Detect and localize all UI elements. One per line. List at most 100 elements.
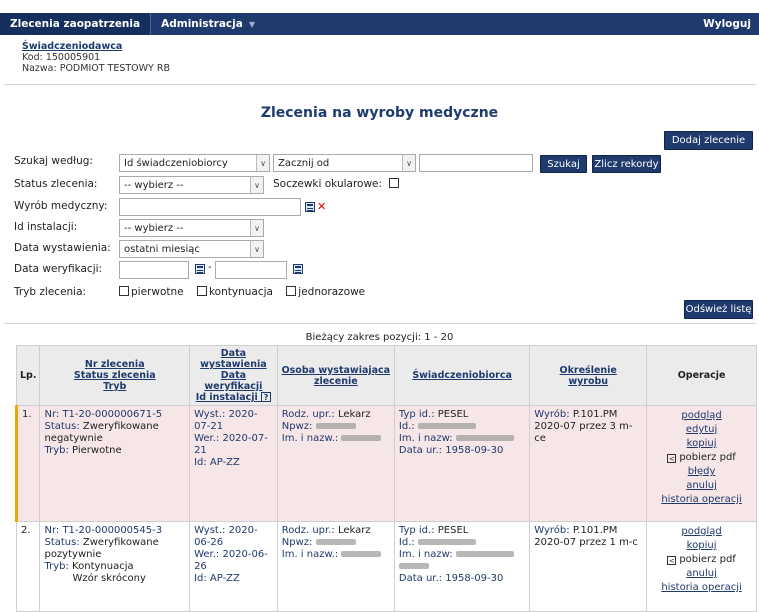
search-mode-select[interactable]: Zacznij od ∨	[273, 154, 416, 172]
issue-date-value: ostatni miesiąc	[124, 244, 200, 255]
view-link[interactable]: podgląd	[651, 525, 752, 539]
copy-link[interactable]: kopiuj	[651, 437, 752, 451]
table-row: 2. Nr: T1-20-000000545-3 Status: Zweryfi…	[15, 521, 757, 612]
install-key: Id:	[194, 457, 207, 468]
col-order-mode-label[interactable]: Tryb	[43, 381, 186, 392]
issuer-name-key: Im. i nazw.:	[281, 549, 339, 560]
status-key: Status:	[44, 537, 80, 548]
search-mode-value: Zacznij od	[278, 158, 330, 169]
verify-date-from[interactable]	[119, 261, 189, 279]
col-issuer[interactable]: Osoba wystawiająca zlecenie	[276, 345, 395, 406]
glasses-checkbox[interactable]	[389, 178, 400, 188]
download-pdf-link[interactable]: < pobierz pdf	[651, 451, 752, 465]
col-order-number[interactable]: Nr zlecenia Status zlecenia Tryb	[39, 345, 191, 406]
chevron-down-icon: ∨	[250, 177, 263, 193]
col-recipient[interactable]: Świadczeniobiorca	[393, 345, 531, 406]
pdf-icon: <	[667, 556, 677, 565]
redacted-text	[341, 551, 382, 557]
qualification: Lekarz	[337, 409, 371, 420]
col-product[interactable]: Określenie wyrobu	[529, 345, 648, 406]
download-pdf-link[interactable]: < pobierz pdf	[651, 553, 752, 567]
row-recipient-cell: Typ id.: PESEL Id.: Im. i nazw: Data ur.…	[393, 405, 531, 522]
mode-primary-checkbox[interactable]	[119, 286, 129, 296]
col-product-label-2[interactable]: wyrobu	[533, 376, 643, 387]
menu-administration[interactable]: Administracja ▼	[151, 13, 265, 35]
search-input[interactable]	[419, 154, 533, 172]
search-by-select[interactable]: Id świadczeniobiorcy ∨	[119, 154, 270, 172]
install-id: AP-ZZ	[209, 573, 240, 584]
row-order-cell: Nr: T1-20-000000545-3 Status: Zweryfikow…	[39, 521, 191, 612]
provider-link[interactable]: Świadczeniodawca	[22, 41, 170, 52]
menu-orders[interactable]: Zlecenia zaopatrzenia	[0, 13, 152, 35]
row-lp: 1.	[14, 405, 41, 522]
chevron-down-icon: ∨	[402, 155, 415, 171]
row-recipient-cell: Typ id.: PESEL Id.: Im. i nazw: Data ur.…	[393, 521, 531, 612]
divider	[4, 84, 756, 85]
status-select[interactable]: -- wybierz -- ∨	[119, 176, 264, 194]
row-issuer-cell: Rodz. upr.: Lekarz Npwz: Im. i nazw.:	[276, 521, 395, 612]
errors-link[interactable]: błędy	[651, 465, 752, 479]
search-button[interactable]: Szukaj	[540, 155, 587, 173]
cancel-link[interactable]: anuluj	[651, 567, 752, 581]
copy-link[interactable]: kopiuj	[651, 539, 752, 553]
col-issue-date-label[interactable]: Data wystawienia	[193, 348, 274, 370]
col-issuer-label-1[interactable]: Osoba wystawiająca	[281, 365, 391, 376]
mode-label: Tryb zlecenia:	[14, 286, 87, 298]
mode-single-label: jednorazowe	[298, 286, 366, 298]
redacted-text	[398, 563, 429, 569]
col-dates[interactable]: Data wystawienia Data weryfikacji Id ins…	[189, 345, 278, 406]
logout-label: Wyloguj	[703, 18, 751, 30]
count-records-button[interactable]: Zlicz rekordy	[592, 155, 661, 173]
redacted-text	[417, 423, 476, 429]
table-header-row: Lp. Nr zlecenia Status zlecenia Tryb Dat…	[15, 345, 757, 406]
verify-date-to[interactable]	[215, 261, 287, 279]
col-product-label-1[interactable]: Określenie	[533, 365, 643, 376]
issue-date-select[interactable]: ostatni miesiąc ∨	[119, 240, 264, 258]
product-code: P.101.PM	[572, 525, 618, 536]
list-icon[interactable]	[305, 202, 315, 212]
id-type-key: Typ id.:	[398, 525, 435, 536]
col-order-number-label[interactable]: Nr zlecenia	[43, 359, 186, 370]
product-desc: 2020-07 przez 3 m-ce	[534, 421, 633, 444]
install-select[interactable]: -- wybierz -- ∨	[119, 219, 264, 237]
qual-key: Rodz. upr.:	[281, 525, 335, 536]
history-link[interactable]: historia operacji	[651, 493, 752, 507]
search-by-value: Id świadczeniobiorcy	[124, 158, 228, 169]
col-order-status-label[interactable]: Status zlecenia	[43, 370, 186, 381]
edit-link[interactable]: edytuj	[651, 423, 752, 437]
cancel-link[interactable]: anuluj	[651, 479, 752, 493]
qual-key: Rodz. upr.:	[281, 409, 335, 420]
recipient-name-key: Im. i nazw:	[398, 433, 453, 444]
device-input[interactable]	[119, 198, 301, 216]
mode-continue-checkbox[interactable]	[196, 286, 207, 296]
add-order-button[interactable]: Dodaj zlecenie	[664, 131, 753, 150]
orders-table: Lp. Nr zlecenia Status zlecenia Tryb Dat…	[14, 345, 757, 612]
order-number: T1-20-000000545-3	[62, 525, 163, 536]
mode-continue-label: kontynuacja	[208, 286, 273, 298]
logout-link[interactable]: Wyloguj	[703, 13, 751, 35]
menu-orders-label: Zlecenia zaopatrzenia	[10, 18, 141, 30]
col-install-id-label[interactable]: Id instalacji ?	[193, 392, 274, 403]
provider-code: Kod: 150005901	[22, 52, 101, 63]
menu-administration-label: Administracja	[161, 18, 243, 30]
refresh-list-button[interactable]: Odśwież listę	[684, 300, 753, 319]
calendar-icon[interactable]	[293, 264, 303, 274]
history-link[interactable]: historia operacji	[651, 581, 752, 595]
install-key: Id:	[194, 573, 207, 584]
col-issuer-label-2[interactable]: zlecenie	[281, 376, 391, 387]
top-nav-bar: Zlecenia zaopatrzenia Administracja ▼ Wy…	[0, 13, 759, 35]
col-recipient-label[interactable]: Świadczeniobiorca	[398, 370, 526, 381]
glasses-label-text: Soczewki okularowe:	[273, 178, 383, 190]
range-text: Bieżący zakres pozycji: 1 - 20	[305, 332, 454, 343]
col-verify-date-label[interactable]: Data weryfikacji	[193, 370, 274, 392]
clear-icon[interactable]: ✕	[317, 201, 326, 212]
product-code: P.101.PM	[572, 409, 618, 420]
view-link[interactable]: podgląd	[651, 409, 752, 423]
calendar-icon[interactable]	[195, 264, 205, 274]
install-value: -- wybierz --	[124, 223, 184, 234]
verify-key: Wer.:	[194, 433, 220, 444]
mode-single-checkbox[interactable]	[286, 286, 297, 296]
row-dates-cell: Wyst.: 2020-06-26 Wer.: 2020-06-26 Id: A…	[189, 521, 278, 612]
help-icon[interactable]: ?	[261, 392, 272, 402]
divider	[4, 323, 756, 324]
